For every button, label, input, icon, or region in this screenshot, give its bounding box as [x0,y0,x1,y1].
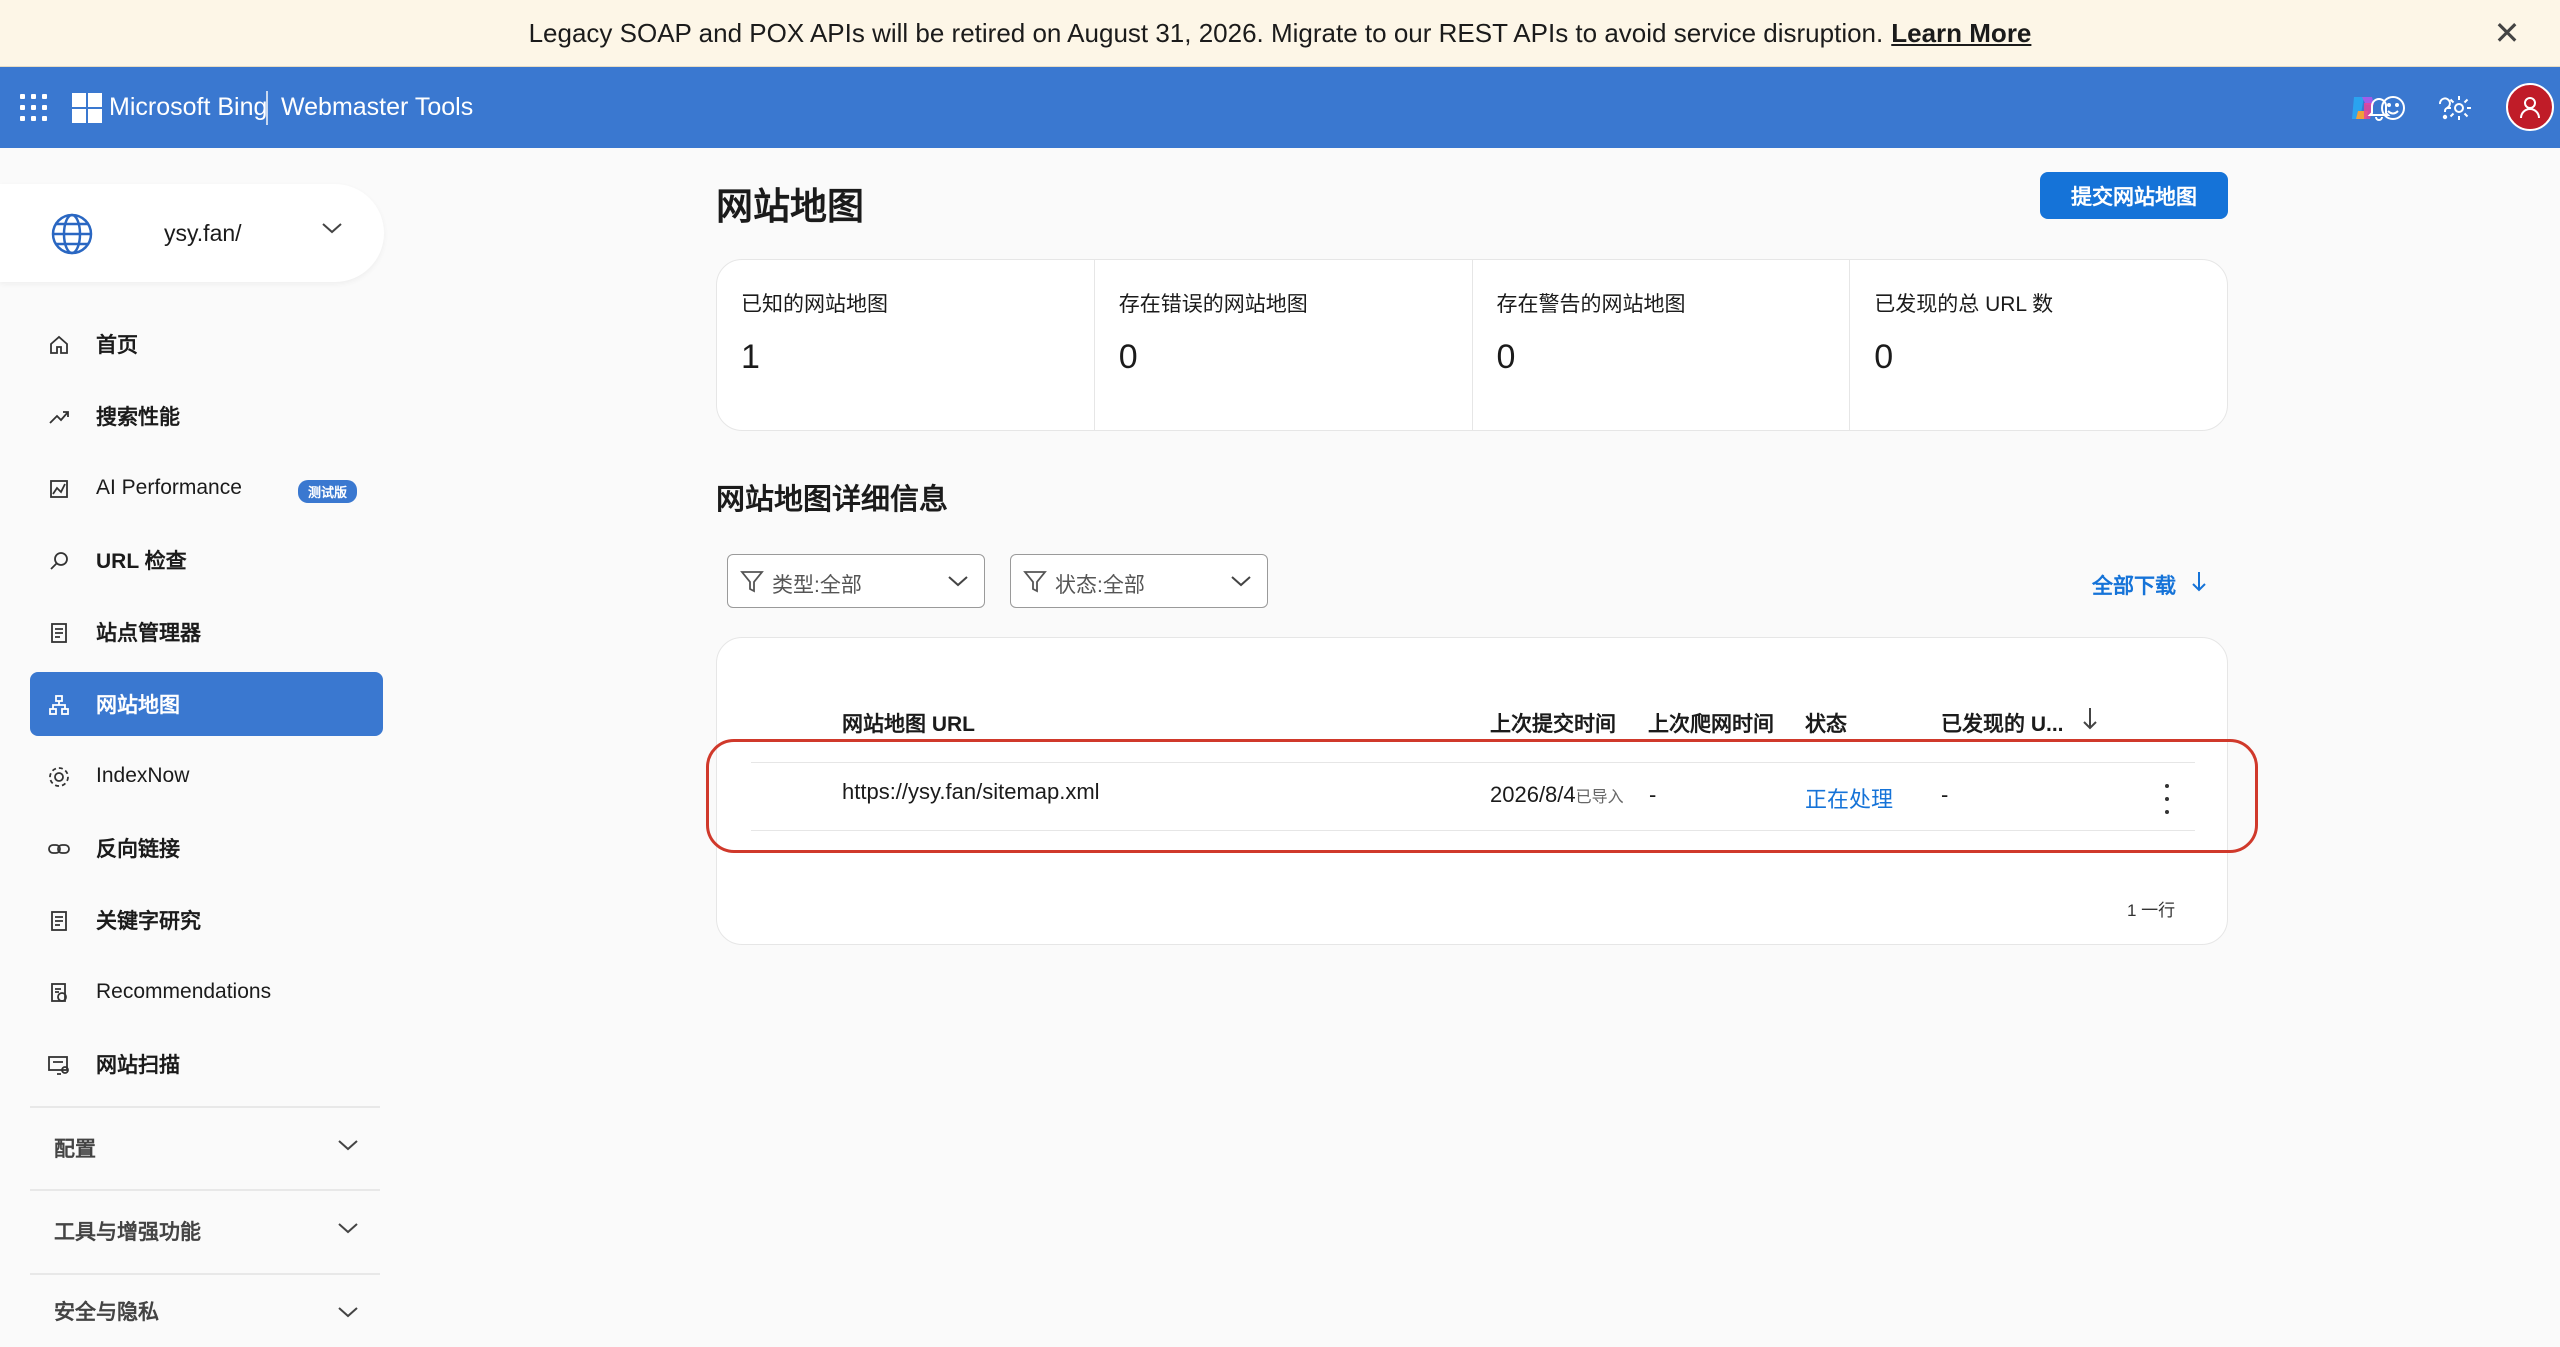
section-configuration[interactable]: 配置 [30,1107,380,1189]
sidebar-item-label: 关键字研究 [96,910,201,933]
filter-icon [1023,569,1047,600]
submit-sitemap-button[interactable]: 提交网站地图 [2040,172,2228,219]
chevron-down-icon [336,1137,360,1158]
feedback-icon[interactable] [2370,85,2416,131]
sidebar-item-backlinks[interactable]: 反向链接 [30,816,383,880]
product-name[interactable]: Webmaster Tools [281,93,473,122]
section-security[interactable]: 安全与隐私 [30,1274,380,1347]
sidebar-item-label: AI Performance [96,476,242,499]
trend-icon [46,404,72,430]
stat-warning-sitemaps: 存在警告的网站地图 0 [1473,260,1851,430]
stat-label: 已发现的总 URL 数 [1874,293,2054,316]
chevron-down-icon [320,220,344,241]
sidebar-item-label: URL 检查 [96,550,187,573]
highlight-annotation [706,739,2258,853]
chevron-down-icon [946,573,970,594]
sidebar-item-search-performance[interactable]: 搜索性能 [30,384,383,448]
filter-label: 类型:全部 [772,574,862,597]
section-label: 配置 [54,1138,96,1161]
globe-icon [50,212,94,261]
download-all-button[interactable]: 全部下载 [2092,570,2208,600]
chevron-down-icon [336,1304,360,1325]
microsoft-logo-icon [72,93,102,123]
beta-badge: 测试版 [298,480,358,503]
section-label: 工具与增强功能 [54,1221,201,1244]
stat-label: 存在错误的网站地图 [1118,293,1308,316]
sidebar-item-sitemaps[interactable]: 网站地图 [30,672,383,736]
top-header: Microsoft Bing Webmaster Tools [0,67,2560,148]
download-label: 全部下载 [2092,575,2176,598]
brand-name[interactable]: Microsoft Bing [109,93,267,122]
chart-icon [46,476,72,502]
column-header-crawled[interactable]: 上次爬网时间 [1648,708,1774,738]
filter-label: 状态:全部 [1055,574,1145,597]
stat-total-urls: 已发现的总 URL 数 0 [1850,260,2227,430]
sidebar-item-recommendations[interactable]: Recommendations [30,960,383,1024]
download-icon [2190,570,2208,600]
type-filter-dropdown[interactable]: 类型:全部 [727,554,985,608]
site-name: ysy.fan/ [164,220,242,246]
learn-more-link[interactable]: Learn More [1891,18,2031,49]
brand-divider [266,91,268,125]
column-header-status[interactable]: 状态 [1805,708,1847,738]
stat-label: 已知的网站地图 [741,293,888,316]
document-icon [46,908,72,934]
filter-icon [740,569,764,600]
gear-icon [46,764,72,790]
chevron-down-icon [1229,573,1253,594]
stat-label: 存在警告的网站地图 [1496,293,1686,316]
stat-value: 0 [1496,338,1516,376]
sidebar-item-site-scan[interactable]: 网站扫描 [30,1032,383,1096]
link-icon [46,836,72,862]
sidebar-item-site-explorer[interactable]: 站点管理器 [30,600,383,664]
status-filter-dropdown[interactable]: 状态:全部 [1010,554,1268,608]
sidebar-item-label: 搜索性能 [96,406,180,429]
column-header-submitted[interactable]: 上次提交时间 [1490,708,1616,738]
column-header-discovered[interactable]: 已发现的 U... [1941,708,2064,738]
site-selector[interactable]: ysy.fan/ [0,184,384,282]
document-icon [46,620,72,646]
page-title: 网站地图 [716,186,864,227]
sidebar-item-label: 首页 [96,334,138,357]
stat-value: 0 [1874,338,1894,376]
stat-value: 1 [741,338,760,376]
user-avatar-icon[interactable] [2506,83,2554,131]
sidebar-item-indexnow[interactable]: IndexNow [30,744,383,808]
section-tools[interactable]: 工具与增强功能 [30,1190,380,1272]
announcement-banner: Legacy SOAP and POX APIs will be retired… [0,0,2560,67]
sidebar-item-label: 反向链接 [96,838,180,861]
sidebar-item-keyword-research[interactable]: 关键字研究 [30,888,383,952]
stat-known-sitemaps: 已知的网站地图 1 [717,260,1095,430]
sitemap-icon [46,692,72,718]
sidebar-item-label: 网站地图 [96,694,180,717]
column-header-url[interactable]: 网站地图 URL [842,708,975,738]
sidebar-item-label: Recommendations [96,980,272,1003]
recommendation-icon [46,980,72,1006]
sidebar-item-ai-performance[interactable]: AI Performance 测试版 [30,456,383,520]
sidebar-item-home[interactable]: 首页 [30,312,383,376]
stat-error-sitemaps: 存在错误的网站地图 0 [1095,260,1473,430]
section-label: 安全与隐私 [54,1300,159,1324]
close-icon[interactable]: ✕ [2490,16,2524,50]
sidebar-item-label: IndexNow [96,764,190,787]
details-title: 网站地图详细信息 [716,484,949,516]
waffle-icon[interactable] [20,94,48,122]
scan-icon [46,1052,72,1078]
stat-value: 0 [1118,338,1138,376]
chevron-down-icon [336,1220,360,1241]
row-count: 1 一行 [2127,901,2176,920]
banner-text: Legacy SOAP and POX APIs will be retired… [528,17,1884,48]
sidebar-item-label: 网站扫描 [96,1054,180,1077]
search-icon [46,548,72,574]
sidebar-item-label: 站点管理器 [96,622,201,645]
stats-card: 已知的网站地图 1 存在错误的网站地图 0 存在警告的网站地图 0 已发现的总 … [716,259,2228,431]
sidebar-item-url-inspection[interactable]: URL 检查 [30,528,383,592]
settings-icon[interactable] [2436,85,2482,131]
sort-descending-icon[interactable] [2081,706,2099,737]
home-icon [46,332,72,358]
